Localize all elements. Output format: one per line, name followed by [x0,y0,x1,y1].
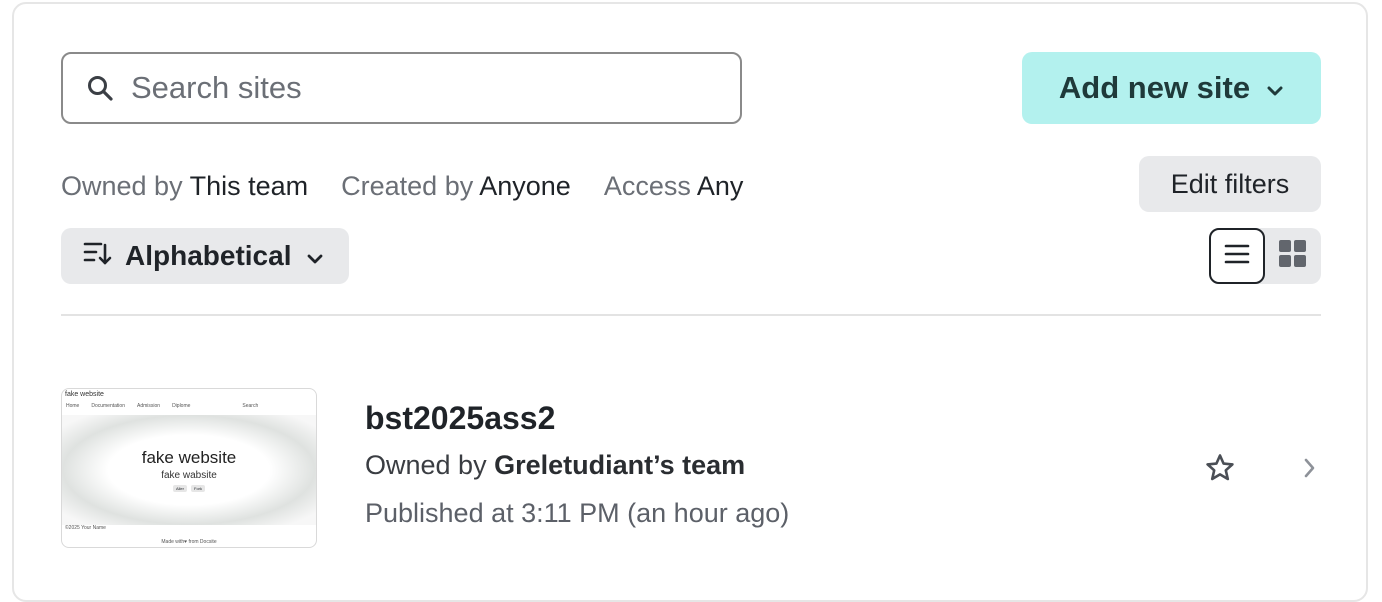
filter-value: Any [696,171,744,201]
sort-dropdown[interactable]: Alphabetical [61,228,349,284]
filter-bar: Owned by This team Created by Anyone Acc… [61,166,743,206]
thumbnail-nav-item: Admission [136,403,161,409]
thumbnail-hero-buttons: Aller Fork [172,485,205,492]
site-owner-prefix: Owned by [365,450,487,480]
filter-owned-by[interactable]: Owned by This team [61,166,308,206]
thumbnail-search: Search [242,403,259,409]
thumbnail-button: Aller [172,485,187,492]
filter-value: Anyone [479,171,571,201]
divider [61,314,1321,316]
search-icon [85,73,115,103]
thumbnail-hero: fake website fake wabsite Aller Fork [62,415,316,525]
thumbnail-brand: fake website [65,391,104,398]
filter-value: This team [189,171,309,201]
search-input[interactable] [131,70,691,106]
edit-filters-label: Edit filters [1170,168,1290,199]
chevron-right-icon[interactable] [1298,456,1320,480]
thumbnail-button: Fork [191,485,205,492]
view-toggle [1209,228,1321,284]
thumbnail-hero-title: fake website [141,448,237,467]
chevron-down-icon [1266,70,1284,106]
grid-icon [1279,239,1307,273]
list-view-button[interactable] [1209,228,1265,284]
filter-created-by[interactable]: Created by Anyone [341,166,571,206]
thumbnail-hero-subtitle: fake wabsite [161,470,217,481]
edit-filters-button[interactable]: Edit filters [1139,156,1321,212]
site-owner: Owned by Greletudiant’s team [365,450,745,481]
add-new-site-label: Add new site [1058,70,1251,105]
thumbnail-nav-item: Documentation [91,403,125,409]
thumbnail-nav: Home Documentation Admission Diplome Sea… [66,403,258,409]
star-icon[interactable] [1203,451,1237,485]
add-new-site-button[interactable]: Add new site [1022,52,1321,124]
sort-icon [83,240,113,273]
site-name[interactable]: bst2025ass2 [365,400,555,437]
thumbnail-header: fake website Home Documentation Admissio… [62,389,316,413]
filter-access[interactable]: Access Any [604,166,744,206]
site-published-time: Published at 3:11 PM (an hour ago) [365,498,790,528]
thumbnail-nav-item: Diplome [172,403,191,409]
list-icon [1224,243,1250,270]
filter-key: Access [603,171,691,201]
thumbnail-footer-left: ©2025 Your Name [65,525,106,531]
thumbnail-nav-item: Home [66,403,80,409]
sort-label: Alphabetical [125,240,292,271]
grid-view-button[interactable] [1265,228,1321,284]
thumbnail-footer-center: Made with♥ from Docsite [161,539,217,545]
search-box[interactable] [61,52,742,124]
site-owner-name: Greletudiant’s team [494,450,746,480]
site-thumbnail[interactable]: fake website Home Documentation Admissio… [61,388,317,548]
filter-key: Owned by [61,171,183,201]
filter-key: Created by [341,171,474,201]
chevron-down-icon [307,240,323,272]
